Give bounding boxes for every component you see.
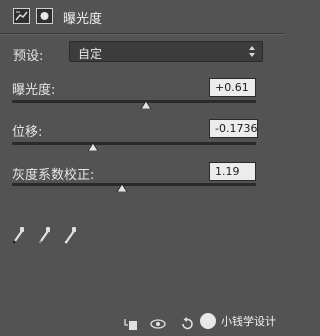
- panel-title: 曝光度: [63, 12, 103, 27]
- clip-to-layer-icon[interactable]: [124, 317, 138, 331]
- layer-mask-icon[interactable]: [36, 8, 53, 24]
- properties-header: 曝光度: [0, 0, 284, 34]
- preset-value: 自定: [78, 47, 103, 61]
- offset-slider-thumb[interactable]: [87, 143, 98, 151]
- adjustment-layer-icon[interactable]: [13, 8, 30, 24]
- wechat-logo-icon: [200, 313, 216, 329]
- exposure-slider-thumb[interactable]: [141, 101, 152, 109]
- header-divider-highlight: [0, 34, 284, 35]
- offset-input[interactable]: -0.1736: [209, 119, 258, 138]
- watermark-text: 小钱学设计: [221, 315, 276, 328]
- exposure-label: 曝光度:: [12, 83, 56, 98]
- gray-point-eyedropper-icon[interactable]: [38, 226, 52, 244]
- gamma-slider-track[interactable]: [12, 183, 256, 186]
- watermark: 小钱学设计: [200, 310, 276, 332]
- select-arrows-icon: [249, 46, 255, 57]
- black-point-eyedropper-icon[interactable]: [12, 226, 26, 244]
- reset-icon[interactable]: [180, 317, 194, 331]
- gamma-label: 灰度系数校正:: [12, 168, 95, 183]
- exposure-input[interactable]: +0.61: [209, 78, 256, 97]
- offset-slider-track[interactable]: [12, 142, 256, 145]
- gamma-input[interactable]: 1.19: [209, 162, 256, 181]
- exposure-slider-track[interactable]: [12, 100, 256, 103]
- white-point-eyedropper-icon[interactable]: [64, 226, 78, 244]
- preset-select[interactable]: 自定: [69, 41, 263, 62]
- preset-label: 预设:: [13, 49, 44, 64]
- offset-label: 位移:: [12, 125, 43, 140]
- view-previous-state-icon[interactable]: [149, 317, 167, 331]
- gamma-slider-thumb[interactable]: [116, 184, 127, 192]
